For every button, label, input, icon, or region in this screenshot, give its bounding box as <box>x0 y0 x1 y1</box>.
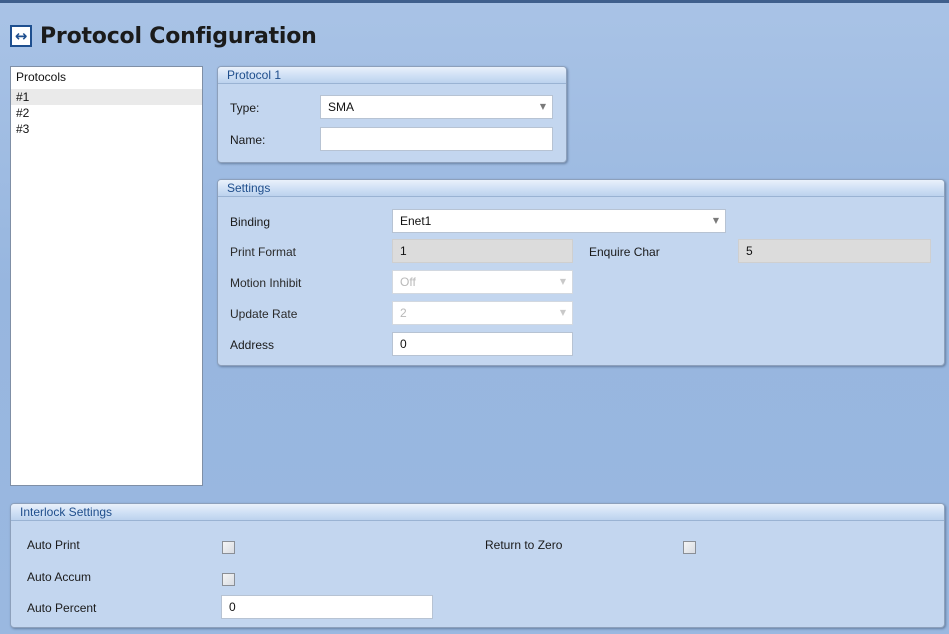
binding-dropdown-value: Enet1 <box>400 214 432 228</box>
name-label: Name: <box>230 133 266 147</box>
motion-inhibit-dropdown[interactable]: Off ▼ <box>392 270 573 294</box>
protocol-list-item[interactable]: #2 <box>11 105 202 121</box>
interlock-settings-group: Interlock Settings Auto Print Return to … <box>10 503 945 628</box>
window-top-border <box>0 0 949 3</box>
protocol-list-item[interactable]: #1 <box>11 89 202 105</box>
auto-accum-label: Auto Accum <box>27 570 92 584</box>
chevron-down-icon: ▼ <box>559 277 566 286</box>
name-input[interactable] <box>320 127 553 151</box>
auto-accum-checkbox[interactable] <box>222 573 235 586</box>
motion-inhibit-label: Motion Inhibit <box>230 276 302 290</box>
protocol-group: Protocol 1 Type: SMA ▼ Name: <box>217 66 567 163</box>
enquire-char-field: 5 <box>738 239 931 263</box>
protocols-list-header: Protocols <box>16 70 67 84</box>
protocol-list-item[interactable]: #3 <box>11 121 202 137</box>
protocols-list[interactable]: Protocols #1 #2 #3 <box>10 66 203 486</box>
chevron-down-icon: ▼ <box>539 102 546 111</box>
return-to-zero-checkbox[interactable] <box>683 541 696 554</box>
print-format-field: 1 <box>392 239 573 263</box>
page-header: ↔ Protocol Configuration <box>10 20 317 52</box>
address-label: Address <box>230 338 275 352</box>
auto-print-label: Auto Print <box>27 538 80 552</box>
return-to-zero-label: Return to Zero <box>485 538 563 552</box>
enquire-char-label: Enquire Char <box>589 245 660 259</box>
update-rate-dropdown[interactable]: 2 ▼ <box>392 301 573 325</box>
update-rate-value: 2 <box>400 306 407 320</box>
auto-percent-input[interactable]: 0 <box>221 595 433 619</box>
swap-horizontal-icon: ↔ <box>10 25 32 47</box>
protocol-group-title: Protocol 1 <box>218 67 566 84</box>
address-input[interactable]: 0 <box>392 332 573 356</box>
chevron-down-icon: ▼ <box>712 216 719 225</box>
type-label: Type: <box>230 101 260 115</box>
print-format-label: Print Format <box>230 245 297 259</box>
type-dropdown-value: SMA <box>328 100 355 114</box>
interlock-settings-title: Interlock Settings <box>11 504 944 521</box>
chevron-down-icon: ▼ <box>559 308 566 317</box>
auto-print-checkbox[interactable] <box>222 541 235 554</box>
binding-label: Binding <box>230 215 271 229</box>
binding-dropdown[interactable]: Enet1 ▼ <box>392 209 726 233</box>
motion-inhibit-value: Off <box>400 275 416 289</box>
page-title: Protocol Configuration <box>40 23 317 49</box>
settings-group: Settings Binding Enet1 ▼ Print Format 1 … <box>217 179 945 366</box>
auto-percent-label: Auto Percent <box>27 601 97 615</box>
type-dropdown[interactable]: SMA ▼ <box>320 95 553 119</box>
update-rate-label: Update Rate <box>230 307 298 321</box>
settings-group-title: Settings <box>218 180 944 197</box>
